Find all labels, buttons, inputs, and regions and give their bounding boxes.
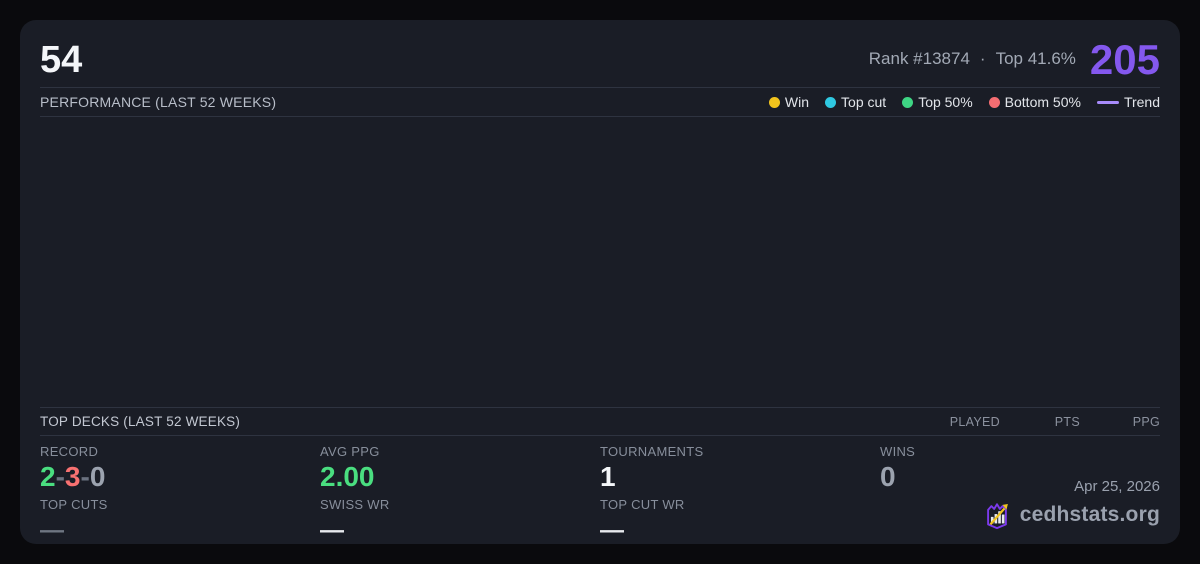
stat-label: RECORD xyxy=(40,444,99,459)
stat-value: — xyxy=(320,517,344,544)
percentile-text: Top 41.6% xyxy=(995,49,1076,69)
legend-item: Top 50% xyxy=(902,94,973,110)
cedhstats-logo-icon xyxy=(986,503,1008,530)
stat-label: SWISS WR xyxy=(320,497,390,512)
stat-value: 2-3-0 xyxy=(40,461,106,492)
column-pts: PTS xyxy=(1054,414,1080,429)
legend-label: Bottom 50% xyxy=(1004,94,1081,110)
stat-value: — xyxy=(600,517,624,544)
rank-line: Rank #13874 · Top 41.6% xyxy=(869,49,1076,69)
stat-value: — xyxy=(40,517,64,544)
legend-dot-icon xyxy=(988,96,1000,108)
stat-label: AVG PPG xyxy=(320,444,380,459)
stat-column: AVG PPG 2.00 SWISS WR — xyxy=(320,444,600,544)
legend-dot-icon xyxy=(825,96,837,108)
stat-label: TOURNAMENTS xyxy=(600,444,704,459)
points-value: 205 xyxy=(1089,35,1160,83)
stat-column: TOURNAMENTS 1 TOP CUT WR — xyxy=(600,444,880,544)
stat-column: RECORD 2-3-0 TOP CUTS — xyxy=(40,444,320,544)
stat-label: TOP CUTS xyxy=(40,497,108,512)
legend-label: Top cut xyxy=(841,94,887,110)
trend-line-swatch xyxy=(1096,100,1119,104)
topdecks-title: TOP DECKS (LAST 52 WEEKS) xyxy=(40,414,241,429)
topdecks-columns: PLAYED PTS PPG xyxy=(910,415,1160,429)
stat-value: 2.00 xyxy=(320,461,375,492)
generated-date: Apr 25, 2026 xyxy=(1074,478,1160,495)
stat-value: 1 xyxy=(600,461,616,492)
legend-item: Top cut xyxy=(825,94,886,110)
stat-label: TOP CUT WR xyxy=(600,497,685,512)
column-played: PLAYED xyxy=(949,414,1000,429)
rank-text: Rank #13874 xyxy=(868,49,970,69)
rank-separator: · xyxy=(979,49,986,69)
performance-title: PERFORMANCE (LAST 52 WEEKS) xyxy=(40,94,277,110)
topdecks-header: TOP DECKS (LAST 52 WEEKS) PLAYED PTS PPG xyxy=(40,408,1160,435)
legend-label: Trend xyxy=(1123,94,1160,110)
card-footer: Apr 25, 2026 cedhstats.org xyxy=(982,478,1160,530)
rank-summary: Rank #13874 · Top 41.6% 205 xyxy=(869,35,1160,83)
card-header: 54 Rank #13874 · Top 41.6% 205 xyxy=(40,20,1160,87)
performance-legend: Win Top cut Top 50% Bottom 50% Trend xyxy=(768,94,1160,110)
legend-dot-icon xyxy=(902,96,914,108)
stat-label: WINS xyxy=(880,444,916,459)
performance-chart-area xyxy=(40,117,1160,407)
legend-label: Top 50% xyxy=(918,94,973,110)
column-ppg: PPG xyxy=(1132,414,1160,429)
legend-item: Trend xyxy=(1096,94,1160,110)
legend-item: Win xyxy=(768,94,810,110)
performance-header: PERFORMANCE (LAST 52 WEEKS) Win Top cut To… xyxy=(40,88,1160,116)
brand-name: cedhstats.org xyxy=(1019,503,1160,526)
legend-item: Bottom 50% xyxy=(988,94,1081,110)
player-stats-card: 54 Rank #13874 · Top 41.6% 205 PERFORMAN… xyxy=(20,20,1180,544)
legend-dot-icon xyxy=(768,96,780,108)
deck-score: 54 xyxy=(40,38,83,81)
legend-label: Win xyxy=(784,94,810,110)
brand-row: cedhstats.org xyxy=(982,500,1160,530)
